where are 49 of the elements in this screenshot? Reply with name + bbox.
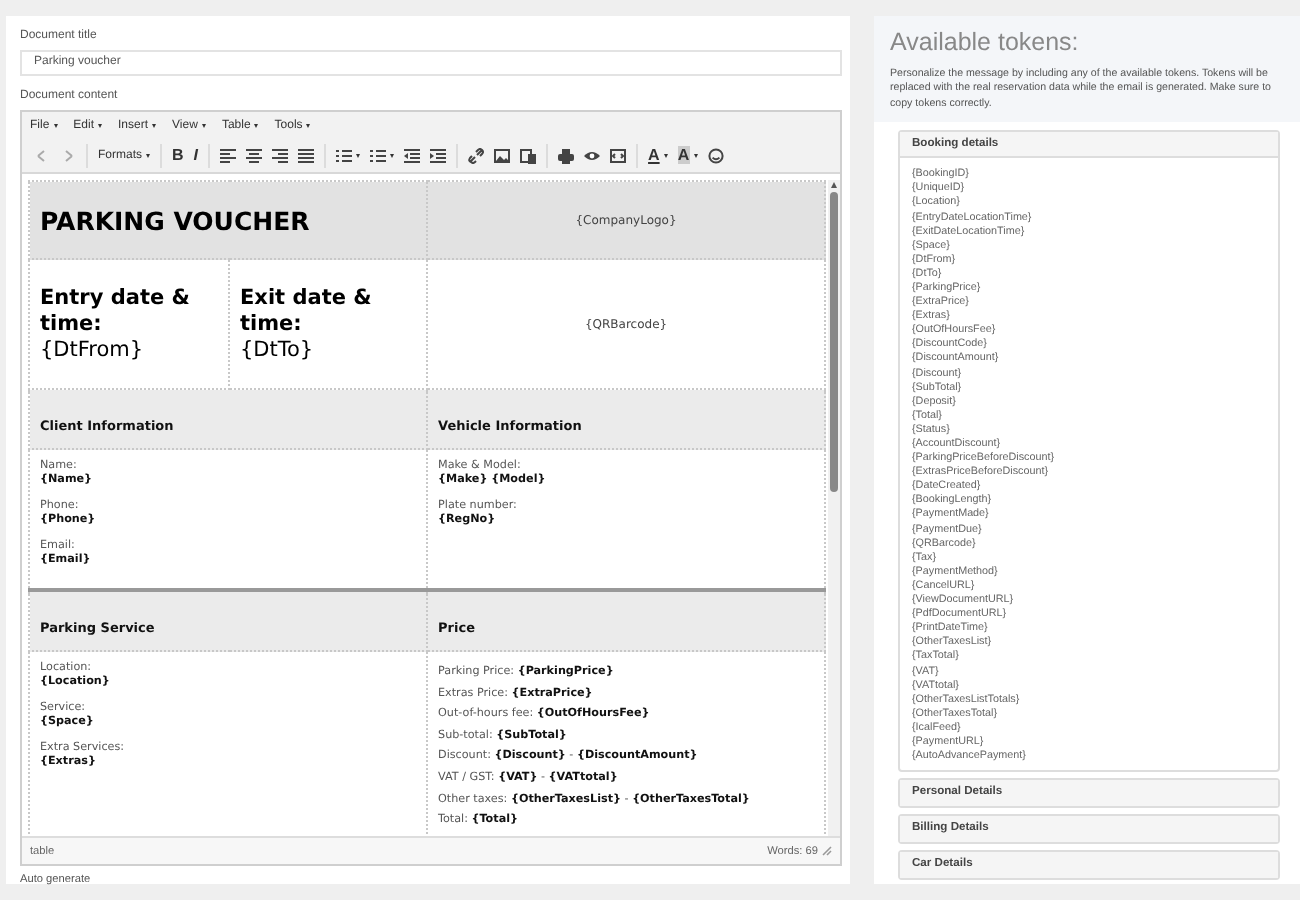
bullet-list-icon [336,147,353,163]
exit-date-label: Exit date & time: [240,285,374,337]
background-color-button[interactable]: A [673,143,702,167]
entry-date-label: Entry date & time: [40,285,192,337]
exit-date-token: {DtTo} [240,337,316,363]
outdent-icon [404,147,421,163]
image-icon [494,147,511,163]
caret-icon [254,123,259,127]
indent-icon [430,147,447,163]
italic-button[interactable]: I [189,143,203,167]
align-left-icon [220,147,237,163]
caret-icon [356,153,361,157]
align-right-button[interactable] [268,143,293,167]
panel-title: Available tokens: [890,28,1081,56]
caret-icon [693,153,698,157]
justify-icon [298,147,315,163]
caret-icon [53,123,58,127]
caret-icon [146,153,151,157]
caret-icon [306,123,311,127]
bold-button[interactable]: B [168,143,188,167]
print-button[interactable] [554,143,579,167]
image-button[interactable] [490,143,515,167]
caret-icon [152,123,157,127]
smiley-button[interactable] [703,143,728,167]
media-button[interactable] [516,143,541,167]
entry-date-token: {DtFrom} [40,337,146,363]
outdent-button[interactable] [400,143,425,167]
smiley-icon [707,147,724,163]
voucher-title: PARKING VOUCHER [40,205,312,235]
code-icon [610,147,627,163]
align-left-button[interactable] [216,143,241,167]
caret-icon [201,123,206,127]
caret-icon [98,123,103,127]
caret-icon [390,153,395,157]
align-right-icon [272,147,289,163]
undo-icon [34,147,50,163]
justify-button[interactable] [294,143,319,167]
link-button[interactable] [464,143,489,167]
text-color-button[interactable]: A [644,143,672,167]
code-button[interactable] [606,143,631,167]
align-center-button[interactable] [242,143,267,167]
caret-icon [663,153,668,157]
eye-icon [584,147,601,163]
numbered-list-icon [370,147,387,163]
resize-handle-icon[interactable] [822,846,832,856]
align-center-icon [246,147,263,163]
redo-icon [60,147,76,163]
indent-button[interactable] [426,143,451,167]
link-icon [468,147,485,163]
